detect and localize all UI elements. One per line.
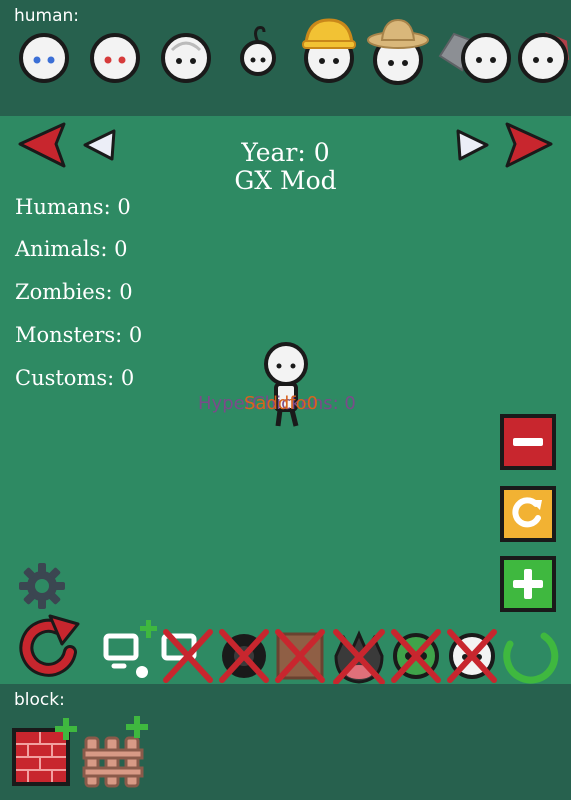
stat-animals: Animals: 0 bbox=[15, 237, 128, 261]
disabled-monster-icon[interactable] bbox=[330, 626, 388, 688]
human-strawhat-icon[interactable] bbox=[366, 16, 430, 86]
plus-button[interactable] bbox=[500, 556, 556, 612]
human-blue-eyes-icon[interactable] bbox=[18, 32, 70, 84]
overlap-orange-label: Saddfo0 bbox=[244, 393, 319, 414]
human-red-eyes-icon[interactable] bbox=[89, 32, 141, 84]
wood-fence-block-icon[interactable] bbox=[82, 714, 154, 790]
gear-icon[interactable] bbox=[17, 561, 67, 611]
human-child-icon[interactable] bbox=[237, 24, 279, 78]
disabled-crate-icon[interactable] bbox=[272, 626, 328, 686]
stat-zombies: Zombies: 0 bbox=[15, 280, 133, 304]
human-hooded-icon[interactable] bbox=[436, 26, 516, 86]
human-plain-icon[interactable] bbox=[515, 30, 571, 84]
loading-spinner-icon[interactable] bbox=[498, 626, 560, 688]
human-category-label: human: bbox=[14, 6, 80, 26]
refresh-button[interactable] bbox=[500, 486, 556, 542]
disabled-selection-icon[interactable] bbox=[160, 626, 216, 686]
stat-humans: Humans: 0 bbox=[15, 195, 131, 219]
human-character[interactable] bbox=[258, 342, 318, 432]
disabled-zombie-icon[interactable] bbox=[388, 626, 444, 686]
stat-monsters: Monsters: 0 bbox=[15, 323, 143, 347]
human-hardhat-icon[interactable] bbox=[300, 14, 358, 86]
human-bald-icon[interactable] bbox=[160, 32, 212, 84]
brick-block-icon[interactable] bbox=[10, 716, 80, 790]
undo-icon[interactable] bbox=[12, 614, 86, 680]
stat-customs: Customs: 0 bbox=[15, 366, 135, 390]
disabled-human-icon[interactable] bbox=[444, 626, 500, 686]
disabled-black-creature-icon[interactable] bbox=[216, 626, 272, 686]
year-counter: Year: 0 bbox=[241, 138, 330, 167]
mod-title: GX Mod bbox=[234, 166, 337, 195]
add-selection-icon[interactable] bbox=[100, 614, 166, 686]
minus-button[interactable] bbox=[500, 414, 556, 470]
block-category-label: block: bbox=[14, 690, 65, 710]
